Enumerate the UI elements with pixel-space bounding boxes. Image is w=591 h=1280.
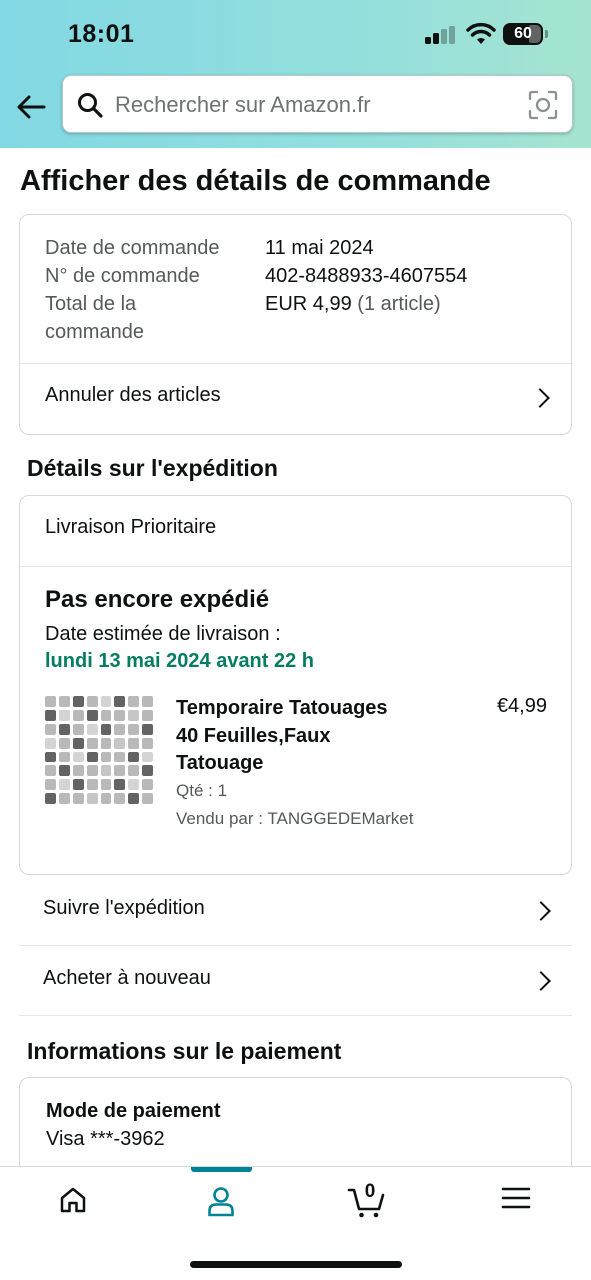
delivery-estimate-date: lundi 13 mai 2024 avant 22 h — [45, 650, 315, 672]
cellular-signal-icon — [425, 26, 457, 44]
product-price: €4,99 — [496, 695, 547, 717]
order-number-label: N° de commande — [45, 265, 200, 287]
order-number-value: 402-8488933-4607554 — [265, 265, 468, 287]
cancel-items-link[interactable]: Annuler des articles — [20, 364, 571, 434]
home-icon — [60, 1187, 86, 1213]
order-item-count: (1 article) — [357, 293, 441, 315]
order-total-label-line2: commande — [45, 321, 144, 343]
track-shipment-link[interactable]: Suivre l'expédition — [19, 876, 572, 946]
shipping-section-title: Détails sur l'expédition — [27, 455, 278, 481]
product-quantity: Qté : 1 — [176, 781, 228, 800]
cart-icon — [347, 1188, 385, 1218]
order-total-amount: EUR 4,99 — [265, 293, 352, 315]
wifi-icon — [466, 22, 496, 44]
payment-method-label: Mode de paiement — [46, 1100, 221, 1122]
search-bar[interactable] — [62, 75, 573, 133]
tab-home[interactable] — [13, 1167, 133, 1237]
tab-cart[interactable]: 0 — [307, 1167, 427, 1237]
order-date-value: 11 mai 2024 — [265, 237, 374, 259]
order-total-label-line1: Total de la — [45, 293, 137, 315]
shipment-card: Livraison Prioritaire Pas encore expédié… — [19, 495, 572, 875]
chevron-right-icon — [531, 901, 551, 921]
chevron-right-icon — [531, 971, 551, 991]
order-total-label: Total de la commande — [45, 290, 144, 346]
product-title-line3: Tatouage — [176, 752, 264, 774]
battery-cap — [545, 30, 548, 38]
page-title: Afficher des détails de commande — [20, 165, 491, 197]
header: 18:01 60 — [0, 0, 591, 148]
tab-account[interactable] — [161, 1167, 281, 1237]
product-title-link[interactable]: Temporaire Tatouages 40 Feuilles,Faux Ta… — [176, 695, 436, 778]
cancel-items-label: Annuler des articles — [45, 384, 221, 406]
home-indicator — [190, 1261, 402, 1268]
search-icon — [78, 93, 103, 118]
tab-menu[interactable] — [456, 1167, 576, 1237]
product-image[interactable] — [45, 696, 153, 804]
shipping-method: Livraison Prioritaire — [45, 516, 217, 538]
divider — [20, 566, 571, 567]
order-date-label: Date de commande — [45, 237, 220, 259]
track-shipment-label: Suivre l'expédition — [43, 897, 205, 919]
menu-icon — [501, 1187, 531, 1209]
shipment-status: Pas encore expédié — [45, 586, 270, 613]
back-arrow-icon[interactable] — [14, 90, 48, 124]
account-icon — [208, 1187, 234, 1217]
order-total-value: EUR 4,99 (1 article) — [265, 290, 441, 318]
status-time: 18:01 — [68, 20, 135, 48]
order-summary-card: Date de commande 11 mai 2024 N° de comma… — [19, 214, 572, 435]
camera-search-icon[interactable] — [528, 90, 558, 120]
product-title-line2: 40 Feuilles,Faux — [176, 724, 331, 747]
product-title-line1: Temporaire Tatouages — [176, 697, 388, 719]
battery-level: 60 — [514, 25, 532, 42]
battery-icon: 60 — [503, 23, 543, 45]
payment-section-title: Informations sur le paiement — [27, 1038, 342, 1064]
buy-again-link[interactable]: Acheter à nouveau — [19, 946, 572, 1016]
chevron-right-icon — [530, 388, 550, 408]
delivery-estimate-label: Date estimée de livraison : — [45, 623, 281, 645]
buy-again-label: Acheter à nouveau — [43, 967, 211, 989]
product-seller: Vendu par : TANGGEDEMarket — [176, 809, 414, 828]
payment-method-value: Visa ***-3962 — [46, 1128, 165, 1150]
search-input[interactable] — [115, 86, 515, 124]
